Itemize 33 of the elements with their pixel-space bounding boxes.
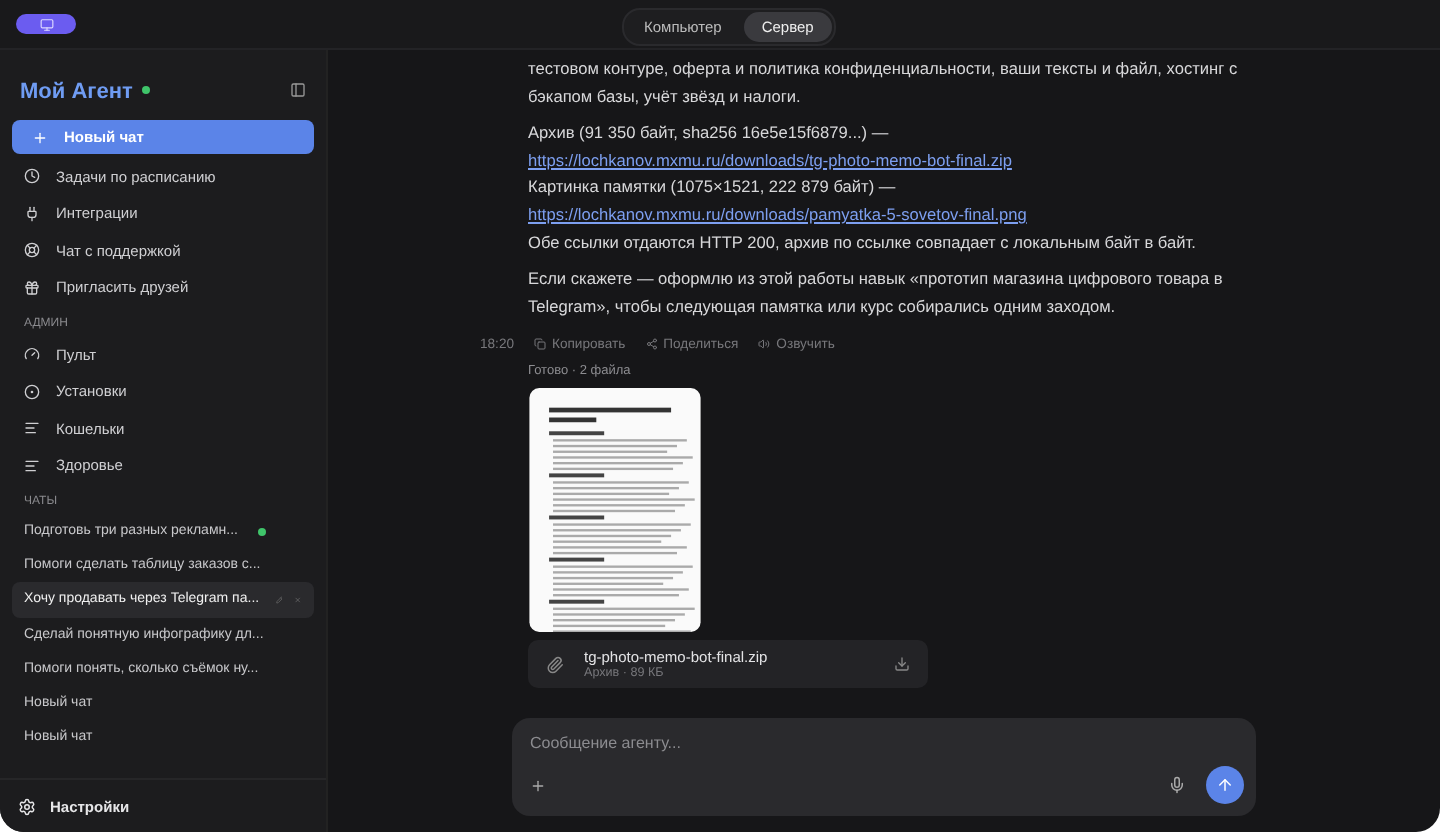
monitor-icon <box>39 17 53 31</box>
monitor-button[interactable] <box>16 14 76 34</box>
gauge-icon <box>24 346 40 363</box>
plug-icon <box>24 205 40 222</box>
copy-icon <box>534 338 547 351</box>
microphone-icon <box>1168 776 1186 794</box>
plus-icon <box>32 129 48 145</box>
message-text: Картинка памятки (1075×1521, 222 879 байт) — <box>528 174 896 201</box>
sidebar-toggle-icon[interactable] <box>290 82 306 98</box>
send-button[interactable] <box>1206 766 1244 804</box>
download-link[interactable]: https://lochkanov.mxmu.ru/downloads/tg-photo-memo-bot-final.zip <box>528 147 1012 175</box>
app-title: Мой Агент <box>20 80 133 104</box>
message-text: Если скажете — оформлю из этой работы навык «прототип магазина цифрового товара в Telegram», чтобы следующая памятка или курс собирались одним заходом. <box>528 266 1225 320</box>
clock-icon <box>24 168 40 185</box>
list-icon <box>24 457 40 474</box>
message-text: Обе ссылки отдаются HTTP 200, архив по ссылке совпадает с локальным байт в байт. <box>528 229 1196 256</box>
message-text: Архив (91 350 байт, sha256 16e5e15f6879...) — <box>528 120 889 147</box>
list-icon <box>24 420 40 437</box>
paperclip-icon <box>546 655 564 674</box>
gift-icon <box>24 279 40 296</box>
plus-icon <box>530 777 546 793</box>
speaker-icon <box>758 338 771 351</box>
download-icon[interactable] <box>894 656 910 673</box>
arrow-up-icon <box>1216 776 1234 794</box>
settings-icon <box>18 797 36 815</box>
lifebuoy-icon <box>24 242 40 259</box>
download-link[interactable]: https://lochkanov.mxmu.ru/downloads/pamyatka-5-sovetov-final.png <box>528 201 1027 230</box>
message-input[interactable]: Сообщение агенту... <box>530 734 1244 752</box>
target-icon <box>24 383 40 400</box>
add-button[interactable] <box>530 777 546 793</box>
share-icon <box>645 338 658 351</box>
message-text: тестовом контуре, оферта и политика конфиденциальности, ваши тексты и файл, хостинг с бэкапом базы, учёт звёзд и налоги. <box>528 56 1240 110</box>
microphone-button[interactable] <box>1168 776 1186 794</box>
